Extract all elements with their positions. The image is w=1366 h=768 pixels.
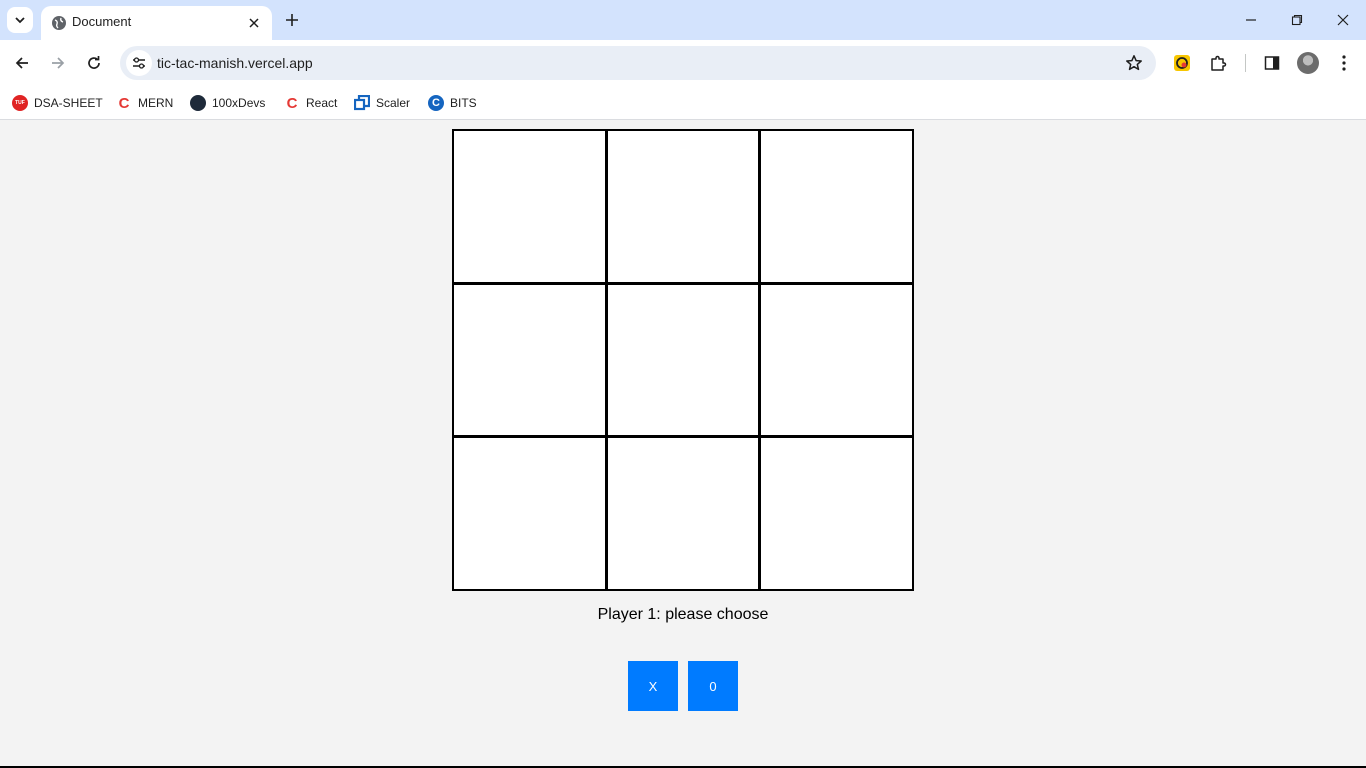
board-cell-9[interactable]: [761, 438, 912, 589]
bookmark-dsa-sheet[interactable]: TUF DSA-SHEET: [12, 92, 103, 114]
board-cell-1[interactable]: [454, 131, 605, 282]
forward-button[interactable]: [44, 49, 72, 77]
puzzle-icon: [1211, 55, 1227, 71]
scaler-logo-icon: [354, 95, 370, 111]
bookmark-label: Scaler: [376, 96, 411, 110]
reload-button[interactable]: [80, 49, 108, 77]
tuf-logo-icon: TUF: [12, 95, 28, 111]
board-cell-4[interactable]: [454, 284, 605, 436]
minimize-icon: [1246, 19, 1256, 21]
close-icon: [249, 18, 259, 28]
bookmarks-bar: TUF DSA-SHEET C MERN 100xDevs C React Sc…: [0, 86, 1366, 120]
active-tab[interactable]: Document: [41, 6, 272, 40]
browser-menu-button[interactable]: [1332, 51, 1356, 75]
bookmark-label: BITS: [450, 96, 477, 110]
tune-icon: [133, 57, 145, 69]
profile-avatar[interactable]: [1297, 52, 1319, 74]
board-cell-5[interactable]: [607, 284, 759, 436]
board-cell-2[interactable]: [607, 131, 759, 282]
board-cell-3[interactable]: [761, 131, 912, 282]
side-panel-icon: [1264, 56, 1280, 70]
arrow-right-icon: [52, 57, 65, 69]
board-cell-8[interactable]: [607, 438, 759, 589]
bookmark-bits[interactable]: C BITS: [428, 92, 477, 114]
board-cell-7[interactable]: [454, 438, 605, 589]
board-cell-6[interactable]: [761, 284, 912, 436]
c-logo-icon: C: [118, 94, 130, 112]
toolbar-divider: [1245, 54, 1246, 72]
extension-button[interactable]: [1170, 51, 1194, 75]
close-window-button[interactable]: [1320, 6, 1366, 34]
plus-icon: [286, 14, 298, 26]
minimize-button[interactable]: [1228, 6, 1274, 34]
bookmark-react[interactable]: C React: [284, 92, 338, 114]
extensions-menu-button[interactable]: [1206, 51, 1230, 75]
side-panel-button[interactable]: [1260, 51, 1284, 75]
tab-close-button[interactable]: [244, 13, 264, 33]
bookmark-label: MERN: [138, 96, 174, 110]
bits-logo-icon: C: [428, 95, 444, 111]
chevron-down-icon: [15, 17, 25, 24]
reload-icon: [88, 56, 100, 69]
new-tab-button[interactable]: [280, 8, 304, 32]
bookmark-scaler[interactable]: Scaler: [354, 92, 410, 114]
tic-tac-toe-board: [452, 129, 914, 591]
tab-search-button[interactable]: [7, 7, 33, 33]
extension-logo-icon: [1174, 55, 1190, 71]
restore-icon: [1291, 14, 1303, 26]
bookmark-mern[interactable]: C MERN: [116, 92, 174, 114]
bookmark-star-button[interactable]: [1124, 53, 1144, 73]
profile-photo-icon: [190, 95, 206, 111]
close-icon: [1337, 14, 1349, 26]
browser-toolbar: tic-tac-manish.vercel.app: [0, 40, 1366, 86]
bookmark-label: 100xDevs: [212, 96, 266, 110]
arrow-left-icon: [15, 57, 28, 69]
site-info-button[interactable]: [126, 50, 152, 76]
tab-strip: Document: [0, 0, 1366, 40]
restore-button[interactable]: [1274, 6, 1320, 34]
globe-icon: [52, 16, 66, 30]
bookmark-label: React: [306, 96, 338, 110]
url-text[interactable]: tic-tac-manish.vercel.app: [157, 55, 313, 71]
choose-o-button[interactable]: 0: [688, 661, 738, 711]
game-status-text: Player 1: please choose: [597, 606, 769, 623]
star-icon: [1126, 55, 1142, 71]
bookmark-100xdevs[interactable]: 100xDevs: [190, 92, 265, 114]
c-logo-icon: C: [286, 94, 298, 112]
kebab-menu-icon: [1342, 55, 1346, 71]
address-bar[interactable]: tic-tac-manish.vercel.app: [120, 46, 1156, 80]
choose-x-button[interactable]: X: [628, 661, 678, 711]
bookmark-label: DSA-SHEET: [34, 96, 103, 110]
back-button[interactable]: [8, 49, 36, 77]
tab-title: Document: [72, 14, 132, 29]
